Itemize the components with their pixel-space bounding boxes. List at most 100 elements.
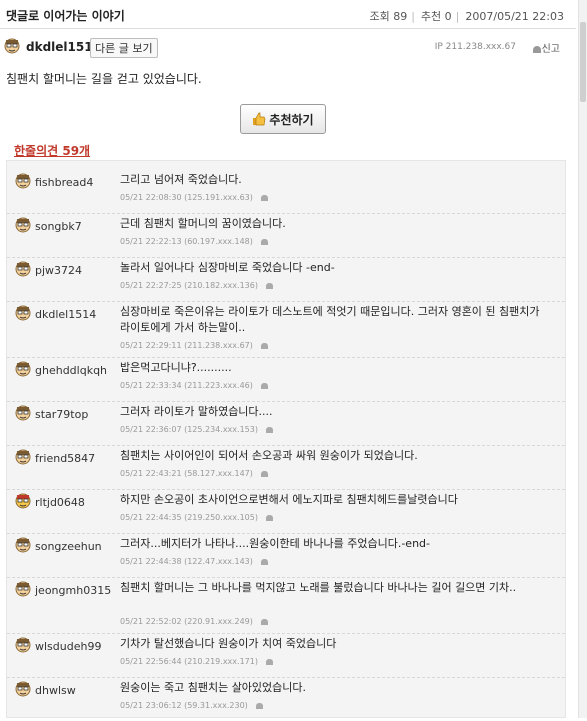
comment-text: 기차가 탈선했습니다 원숭이가 치여 죽었습니다: [120, 637, 337, 650]
avatar-icon: [15, 405, 31, 421]
comment-username[interactable]: songzeehun: [35, 540, 102, 553]
comment-item: dkdlel1514 심장마비로 죽은이유는 라이토가 데스노트에 적엇기 때문입…: [7, 301, 565, 358]
post-title: 댓글로 이어가는 이야기: [6, 9, 125, 23]
comment-item: songzeehun 그러자...베지터가 나타나....원숭이한테 바나나를 주…: [7, 533, 565, 578]
comment-username[interactable]: ghehddlqkqh: [35, 364, 107, 377]
report-label: 신고: [541, 44, 560, 55]
avatar-icon: [15, 217, 31, 233]
comment-text: 그러자...베지터가 나타나....원숭이한테 바나나를 주었습니다.-end-: [120, 537, 431, 550]
avatar-icon: [15, 305, 31, 321]
comment-meta: 05/21 22:52:02 (220.91.xxx.249): [120, 617, 268, 626]
report-icon[interactable]: [265, 426, 273, 433]
comment-text: 심장마비로 죽은이유는 라이토가 데스노트에 적엇기 때문입니다. 그러자 영혼…: [120, 305, 540, 334]
comment-username[interactable]: wlsdudeh99: [35, 640, 101, 653]
comment-item: ghehddlqkqh 밥은먹고다니냐?.......... 05/21 22:33…: [7, 357, 565, 402]
comment-text: 놀라서 일어나다 심장마비로 죽었습니다 -end-: [120, 261, 335, 274]
comment-text: 근데 침팬치 할머니의 꿈이였습니다.: [120, 217, 286, 230]
comment-meta: 05/21 22:56:44 (210.219.xxx.171): [120, 657, 273, 666]
comment-item: songbk7 근데 침팬치 할머니의 꿈이였습니다. 05/21 22:22:13…: [7, 213, 565, 258]
comment-text: 침팬치는 사이어인이 되어서 손오공과 싸워 원숭이가 되었습니다.: [120, 449, 418, 462]
avatar-icon: [15, 637, 31, 653]
report-icon[interactable]: [265, 514, 273, 521]
comment-username[interactable]: star79top: [35, 408, 88, 421]
comment-datetime-ip: 05/21 22:52:02 (220.91.xxx.249): [120, 617, 253, 626]
scroll-thumb[interactable]: [580, 22, 586, 102]
comment-datetime-ip: 05/21 22:43:21 (58.127.xxx.147): [120, 469, 253, 478]
comment-datetime-ip: 05/21 22:56:44 (210.219.xxx.171): [120, 657, 258, 666]
avatar-icon: [4, 38, 20, 54]
comment-username[interactable]: jeongmh0315: [35, 584, 111, 597]
comment-datetime-ip: 05/21 22:44:35 (219.250.xxx.105): [120, 513, 258, 522]
comment-username[interactable]: fishbread4: [35, 176, 93, 189]
author-line: dkdlel1514 다른 글 보기 IP 211.238.xxx.67 신고: [0, 36, 576, 66]
avatar-icon: [15, 173, 31, 189]
comment-item: wlsdudeh99 기차가 탈선했습니다 원숭이가 치여 죽었습니다 05/21 …: [7, 633, 565, 678]
comment-username[interactable]: songbk7: [35, 220, 82, 233]
scrollbar[interactable]: [578, 0, 587, 718]
report-icon[interactable]: [255, 702, 263, 709]
comment-datetime-ip: 05/21 23:06:12 (59.31.xxx.230): [120, 701, 248, 710]
report-button[interactable]: 신고: [532, 40, 560, 55]
comment-username[interactable]: friend5847: [35, 452, 95, 465]
comment-meta: 05/21 22:44:38 (122.47.xxx.143): [120, 557, 268, 566]
other-posts-button[interactable]: 다른 글 보기: [90, 38, 158, 58]
report-icon[interactable]: [260, 194, 268, 201]
views-count: 조회 89: [369, 10, 408, 23]
comment-datetime-ip: 05/21 22:44:38 (122.47.xxx.143): [120, 557, 253, 566]
report-icon[interactable]: [260, 238, 268, 245]
title-bar: 댓글로 이어가는 이야기 조회 89 | 추천 0 | 2007/05/21 22:03: [0, 0, 576, 29]
avatar-icon: [15, 581, 31, 597]
thumbs-up-icon: [253, 112, 266, 126]
comment-text: 밥은먹고다니냐?..........: [120, 361, 232, 374]
report-icon[interactable]: [260, 558, 268, 565]
comment-item: fishbread4 그리고 넘어져 죽었습니다. 05/21 22:08:30 (…: [7, 169, 565, 214]
comment-text: 원숭이는 죽고 침팬치는 살아있었습니다.: [120, 681, 307, 694]
post-container: 댓글로 이어가는 이야기 조회 89 | 추천 0 | 2007/05/21 22:03…: [0, 0, 576, 158]
comment-text: 그러자 라이토가 말하였습니다....: [120, 405, 273, 418]
comment-meta: 05/21 22:27:25 (210.182.xxx.136): [120, 281, 273, 290]
comment-username[interactable]: pjw3724: [35, 264, 82, 277]
comment-meta: 05/21 23:06:12 (59.31.xxx.230): [120, 701, 263, 710]
comment-meta: 05/21 22:08:30 (125.191.xxx.63): [120, 193, 268, 202]
post-meta: 조회 89 | 추천 0 | 2007/05/21 22:03: [369, 10, 564, 23]
comment-item: friend5847 침팬치는 사이어인이 되어서 손오공과 싸워 원숭이가 되었…: [7, 445, 565, 490]
comment-username[interactable]: dkdlel1514: [35, 308, 96, 321]
recommend-label: 추천하기: [269, 112, 314, 127]
recommend-button[interactable]: 추천하기: [240, 104, 326, 134]
comment-meta: 05/21 22:29:11 (211.238.xxx.67): [120, 341, 268, 350]
report-icon[interactable]: [260, 342, 268, 349]
comment-meta: 05/21 22:22:13 (60.197.xxx.148): [120, 237, 268, 246]
post-datetime: 2007/05/21 22:03: [465, 10, 564, 23]
report-icon[interactable]: [260, 618, 268, 625]
comment-list: fishbread4 그리고 넘어져 죽었습니다. 05/21 22:08:30 (…: [6, 160, 566, 718]
comment-username[interactable]: rltjd0648: [35, 496, 85, 509]
comment-text: 하지만 손오공이 초사이언으로변해서 에노지파로 침팬치헤드를날렷습니다: [120, 493, 458, 506]
report-icon[interactable]: [260, 470, 268, 477]
comment-meta: 05/21 22:43:21 (58.127.xxx.147): [120, 469, 268, 478]
comment-username[interactable]: dhwlsw: [35, 684, 76, 697]
comment-meta: 05/21 22:33:34 (211.223.xxx.46): [120, 381, 268, 390]
comment-item: dhwlsw 원숭이는 죽고 침팬치는 살아있었습니다. 05/21 23:06:1…: [7, 677, 565, 721]
author-ip: IP 211.238.xxx.67: [434, 42, 516, 52]
comment-item: star79top 그러자 라이토가 말하였습니다.... 05/21 22:36:…: [7, 401, 565, 446]
comment-meta: 05/21 22:44:35 (219.250.xxx.105): [120, 513, 273, 522]
post-body: 침팬치 할머니는 길을 걷고 있었습니다.: [6, 72, 202, 86]
comment-meta: 05/21 22:36:07 (125.234.xxx.153): [120, 425, 273, 434]
avatar-icon: [15, 681, 31, 697]
comment-datetime-ip: 05/21 22:36:07 (125.234.xxx.153): [120, 425, 258, 434]
comment-datetime-ip: 05/21 22:27:25 (210.182.xxx.136): [120, 281, 258, 290]
comment-item: pjw3724 놀라서 일어나다 심장마비로 죽었습니다 -end- 05/21 2…: [7, 257, 565, 302]
avatar-icon: [15, 361, 31, 377]
avatar-icon: [15, 261, 31, 277]
report-icon[interactable]: [265, 658, 273, 665]
recommend-count: 추천 0: [420, 10, 452, 23]
comment-text: 침팬치 할머니는 그 바나나를 먹지않고 노래를 불렀습니다 바나나는 길어 길…: [120, 581, 517, 594]
report-icon[interactable]: [265, 282, 273, 289]
comments-header[interactable]: 한줄의견 59개: [14, 142, 90, 159]
comment-datetime-ip: 05/21 22:22:13 (60.197.xxx.148): [120, 237, 253, 246]
avatar-icon: [15, 537, 31, 553]
siren-icon: [532, 45, 541, 53]
avatar-icon: [15, 493, 31, 509]
report-icon[interactable]: [260, 382, 268, 389]
comment-datetime-ip: 05/21 22:33:34 (211.223.xxx.46): [120, 381, 253, 390]
